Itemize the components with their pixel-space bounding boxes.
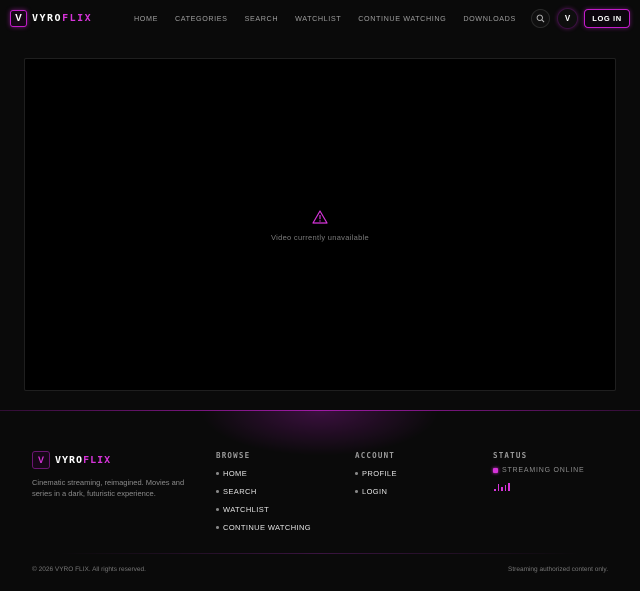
user-avatar[interactable]: V: [557, 8, 578, 29]
copyright-text: © 2026 VYRO FLIX. All rights reserved.: [32, 566, 146, 573]
footer-link-profile[interactable]: PROFILE: [355, 469, 397, 478]
top-navbar: V VYROFLIX HOME CATEGORIES SEARCH WATCHL…: [0, 0, 640, 38]
player-status-message: Video currently unavailable: [270, 233, 370, 242]
footer-bottom-divider: [60, 553, 580, 554]
logo-mark: V: [10, 10, 27, 27]
brand-logo[interactable]: V VYROFLIX: [10, 10, 92, 27]
footer-link-continue-watching[interactable]: CONTINUE WATCHING: [216, 523, 311, 532]
search-button[interactable]: [531, 9, 550, 28]
status-heading: STATUS: [493, 451, 528, 460]
browse-heading: BROWSE: [216, 451, 251, 460]
video-player[interactable]: [24, 58, 616, 391]
search-icon: [536, 14, 545, 23]
footer-link-search[interactable]: SEARCH: [216, 487, 257, 496]
footer-logo-wordmark: VYROFLIX: [55, 454, 112, 466]
account-heading: ACCOUNT: [355, 451, 396, 460]
bullet: [216, 526, 219, 529]
status-indicator: STREAMING ONLINE: [493, 467, 584, 474]
login-button[interactable]: LOG IN: [584, 9, 630, 28]
nav-watchlist[interactable]: WATCHLIST: [295, 14, 341, 23]
status-dot: [493, 468, 498, 473]
bullet: [355, 490, 358, 493]
bullet: [355, 472, 358, 475]
footer-logo-mark: V: [32, 451, 50, 469]
footer-logo[interactable]: V VYROFLIX: [32, 451, 111, 469]
footer-tagline: Cinematic streaming, reimagined. Movies …: [32, 478, 185, 498]
nav-categories[interactable]: CATEGORIES: [175, 14, 228, 23]
nav-home[interactable]: HOME: [134, 14, 158, 23]
main-nav: HOME CATEGORIES SEARCH WATCHLIST CONTINU…: [134, 14, 533, 23]
bullet: [216, 472, 219, 475]
footer-glow: [200, 411, 440, 456]
footer-link-home[interactable]: HOME: [216, 469, 247, 478]
footer-link-watchlist[interactable]: WATCHLIST: [216, 505, 269, 514]
footer-link-login[interactable]: LOGIN: [355, 487, 387, 496]
legal-notice: Streaming authorized content only.: [508, 566, 608, 573]
status-text: STREAMING ONLINE: [502, 467, 585, 474]
bullet: [216, 508, 219, 511]
nav-search[interactable]: SEARCH: [245, 14, 279, 23]
bullet: [216, 490, 219, 493]
equalizer-icon: [494, 483, 510, 491]
nav-downloads[interactable]: DOWNLOADS: [463, 14, 516, 23]
warning-icon: [312, 210, 328, 224]
logo-wordmark: VYROFLIX: [32, 13, 93, 24]
nav-continue-watching[interactable]: CONTINUE WATCHING: [358, 14, 446, 23]
